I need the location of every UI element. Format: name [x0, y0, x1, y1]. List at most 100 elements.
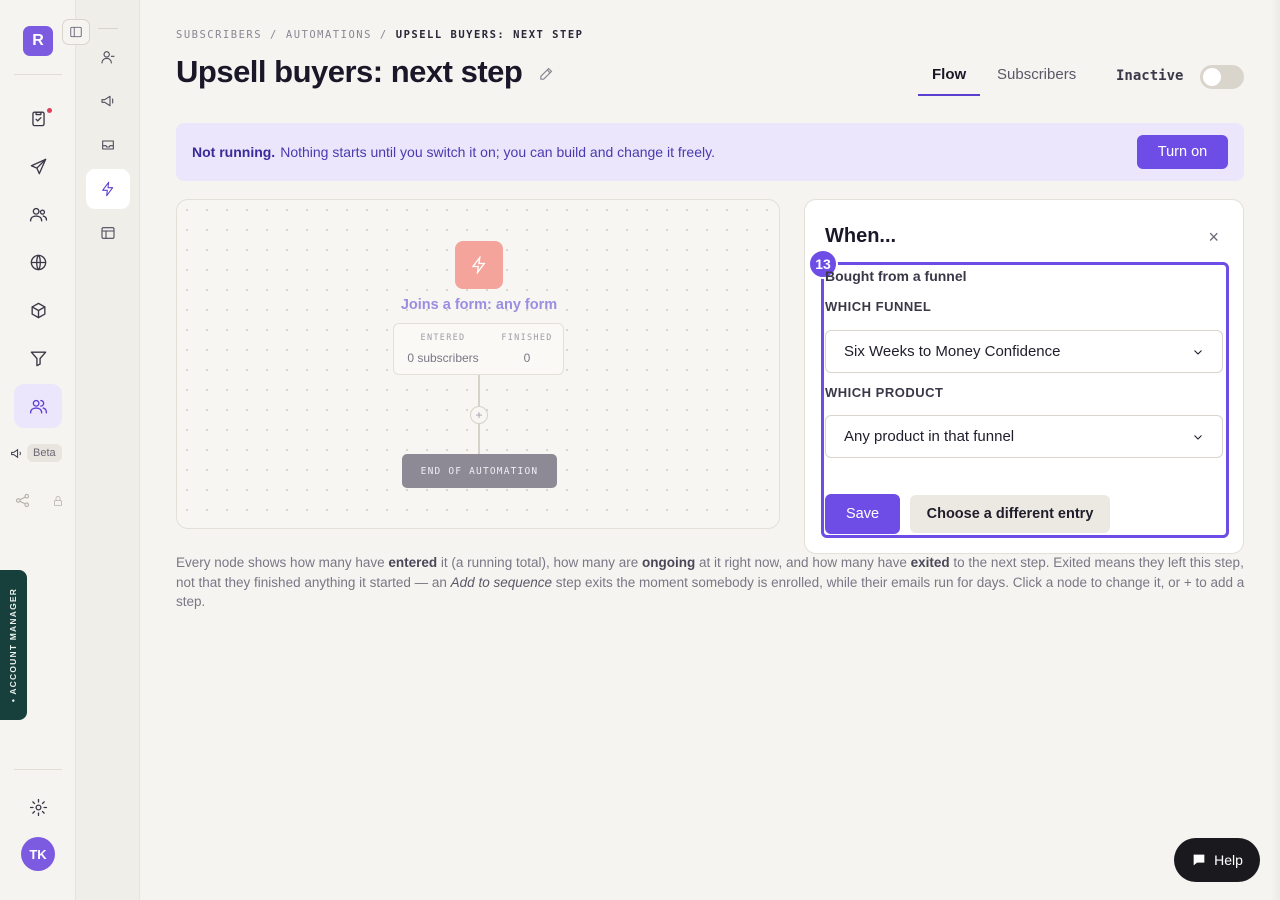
products-nav[interactable] [14, 288, 62, 332]
help-button[interactable]: Help [1174, 838, 1260, 882]
lightning-icon [471, 256, 486, 274]
save-button[interactable]: Save [825, 494, 900, 534]
secondary-sidebar [62, 0, 140, 900]
flow-canvas[interactable]: Joins a form: any form ENTERED 0 subscri… [176, 199, 780, 529]
stat-entered: ENTERED 0 subscribers [406, 333, 480, 365]
subnav-automations[interactable] [86, 169, 130, 209]
breadcrumb-separator: / [379, 29, 388, 41]
tasks-nav[interactable] [14, 96, 62, 140]
chevron-down-icon [1194, 434, 1202, 440]
subnav-forms[interactable] [86, 213, 130, 253]
help-exited: exited [910, 555, 950, 570]
package-icon [30, 302, 46, 318]
product-select-value: Any product in that funnel [844, 428, 1015, 445]
collapse-sidebar-button[interactable] [62, 19, 90, 45]
breadcrumb-separator: / [270, 29, 278, 41]
account-manager-tab[interactable]: • ACCOUNT MANAGER [0, 570, 27, 720]
edit-title-button[interactable] [538, 65, 555, 87]
inbox-icon [102, 140, 114, 150]
app-logo[interactable]: R [23, 26, 53, 56]
people-icon [29, 399, 47, 414]
edge-shade [1270, 0, 1280, 900]
funnel-select[interactable]: Six Weeks to Money Confidence [825, 330, 1223, 373]
megaphone-icon [11, 448, 21, 458]
breadcrumb-automations[interactable]: AUTOMATIONS [286, 29, 372, 41]
beta-nav[interactable]: Beta [10, 444, 62, 462]
chat-bubble-icon [1193, 854, 1205, 866]
product-select[interactable]: Any product in that funnel [825, 415, 1223, 458]
help-ongoing: ongoing [642, 555, 696, 570]
clipboard-check-icon [31, 110, 45, 126]
help-add-to-sequence: Add to sequence [450, 574, 553, 590]
panel-title: When... [825, 225, 897, 247]
not-running-banner: Not running. Nothing starts until you swi… [176, 123, 1244, 181]
stat-entered-label: ENTERED [420, 333, 466, 343]
connector-line [478, 375, 480, 406]
funnels-nav[interactable] [14, 336, 62, 380]
pencil-icon [540, 67, 553, 80]
trigger-label[interactable]: Joins a form: any form [177, 297, 781, 313]
help-text-part: Every node shows how many have [176, 555, 389, 570]
website-nav[interactable] [14, 240, 62, 284]
breadcrumb-current: UPSELL BUYERS: NEXT STEP [395, 29, 584, 41]
banner-bold: Not running. [192, 144, 276, 160]
sidebar-toggle-icon [70, 26, 82, 38]
tab-flow[interactable]: Flow [918, 66, 981, 96]
trigger-panel: When... × 13 Bought from a funnel WHICH … [804, 199, 1244, 554]
primary-sidebar: R Beta • ACCOUNT MANAGER TK [0, 0, 76, 900]
add-step-button[interactable]: + [470, 406, 488, 424]
stat-finished-value: 0 [523, 351, 531, 365]
user-avatar[interactable]: TK [21, 837, 55, 871]
turn-on-button[interactable]: Turn on [1137, 135, 1228, 169]
connector-line [478, 424, 480, 454]
funnel-select-value: Six Weeks to Money Confidence [844, 343, 1061, 360]
broadcast-icon [101, 95, 114, 107]
stat-finished-label: FINISHED [501, 333, 553, 343]
chevron-down-icon [1194, 349, 1202, 355]
help-text-part: at it right now, and how many have [695, 555, 911, 570]
breadcrumb: SUBSCRIBERS / AUTOMATIONS / UPSELL BUYER… [176, 29, 583, 41]
subscribers-nav[interactable] [14, 384, 62, 428]
choose-different-entry-button[interactable]: Choose a different entry [910, 495, 1110, 533]
stat-finished: FINISHED 0 [496, 333, 558, 365]
person-icon [101, 51, 115, 64]
trigger-type-name: Bought from a funnel [825, 268, 967, 284]
divider [98, 28, 118, 29]
subnav-sequences[interactable] [86, 125, 130, 165]
breadcrumb-subscribers[interactable]: SUBSCRIBERS [176, 29, 262, 41]
trigger-node[interactable] [455, 241, 503, 289]
subnav-broadcasts[interactable] [86, 81, 130, 121]
divider [14, 74, 62, 75]
share-icon [15, 493, 30, 508]
send-nav[interactable] [14, 144, 62, 188]
active-toggle[interactable] [1200, 65, 1244, 89]
globe-icon [30, 254, 46, 270]
tab-subscribers[interactable]: Subscribers [997, 66, 1076, 94]
close-panel-button[interactable]: × [1208, 227, 1219, 248]
funnel-label: WHICH FUNNEL [825, 299, 932, 314]
help-text-part: it (a running total), how many are [437, 555, 643, 570]
lock-icon [54, 495, 62, 506]
banner-text: Nothing starts until you switch it on; y… [280, 144, 715, 160]
notification-dot [47, 108, 52, 113]
gear-icon [29, 798, 47, 816]
locked-nav [14, 492, 64, 509]
stat-entered-value: 0 subscribers [407, 351, 479, 365]
status-label: Inactive [1116, 68, 1184, 84]
page-title: Upsell buyers: next step [176, 54, 523, 89]
beta-badge: Beta [27, 444, 62, 462]
settings-nav[interactable] [14, 785, 62, 829]
banner-message: Not running. Nothing starts until you swi… [192, 144, 715, 160]
subnav-subscribers[interactable] [86, 37, 130, 77]
flow-help-text: Every node shows how many have entered i… [176, 553, 1246, 612]
lightning-icon [102, 181, 114, 197]
users-icon [29, 207, 47, 222]
help-entered: entered [388, 555, 438, 570]
send-icon [30, 158, 46, 174]
end-node: END OF AUTOMATION [402, 454, 557, 488]
audience-nav[interactable] [14, 192, 62, 236]
layout-icon [101, 227, 115, 239]
account-manager-label: • ACCOUNT MANAGER [8, 587, 19, 703]
divider [14, 769, 62, 770]
product-label: WHICH PRODUCT [825, 385, 944, 400]
